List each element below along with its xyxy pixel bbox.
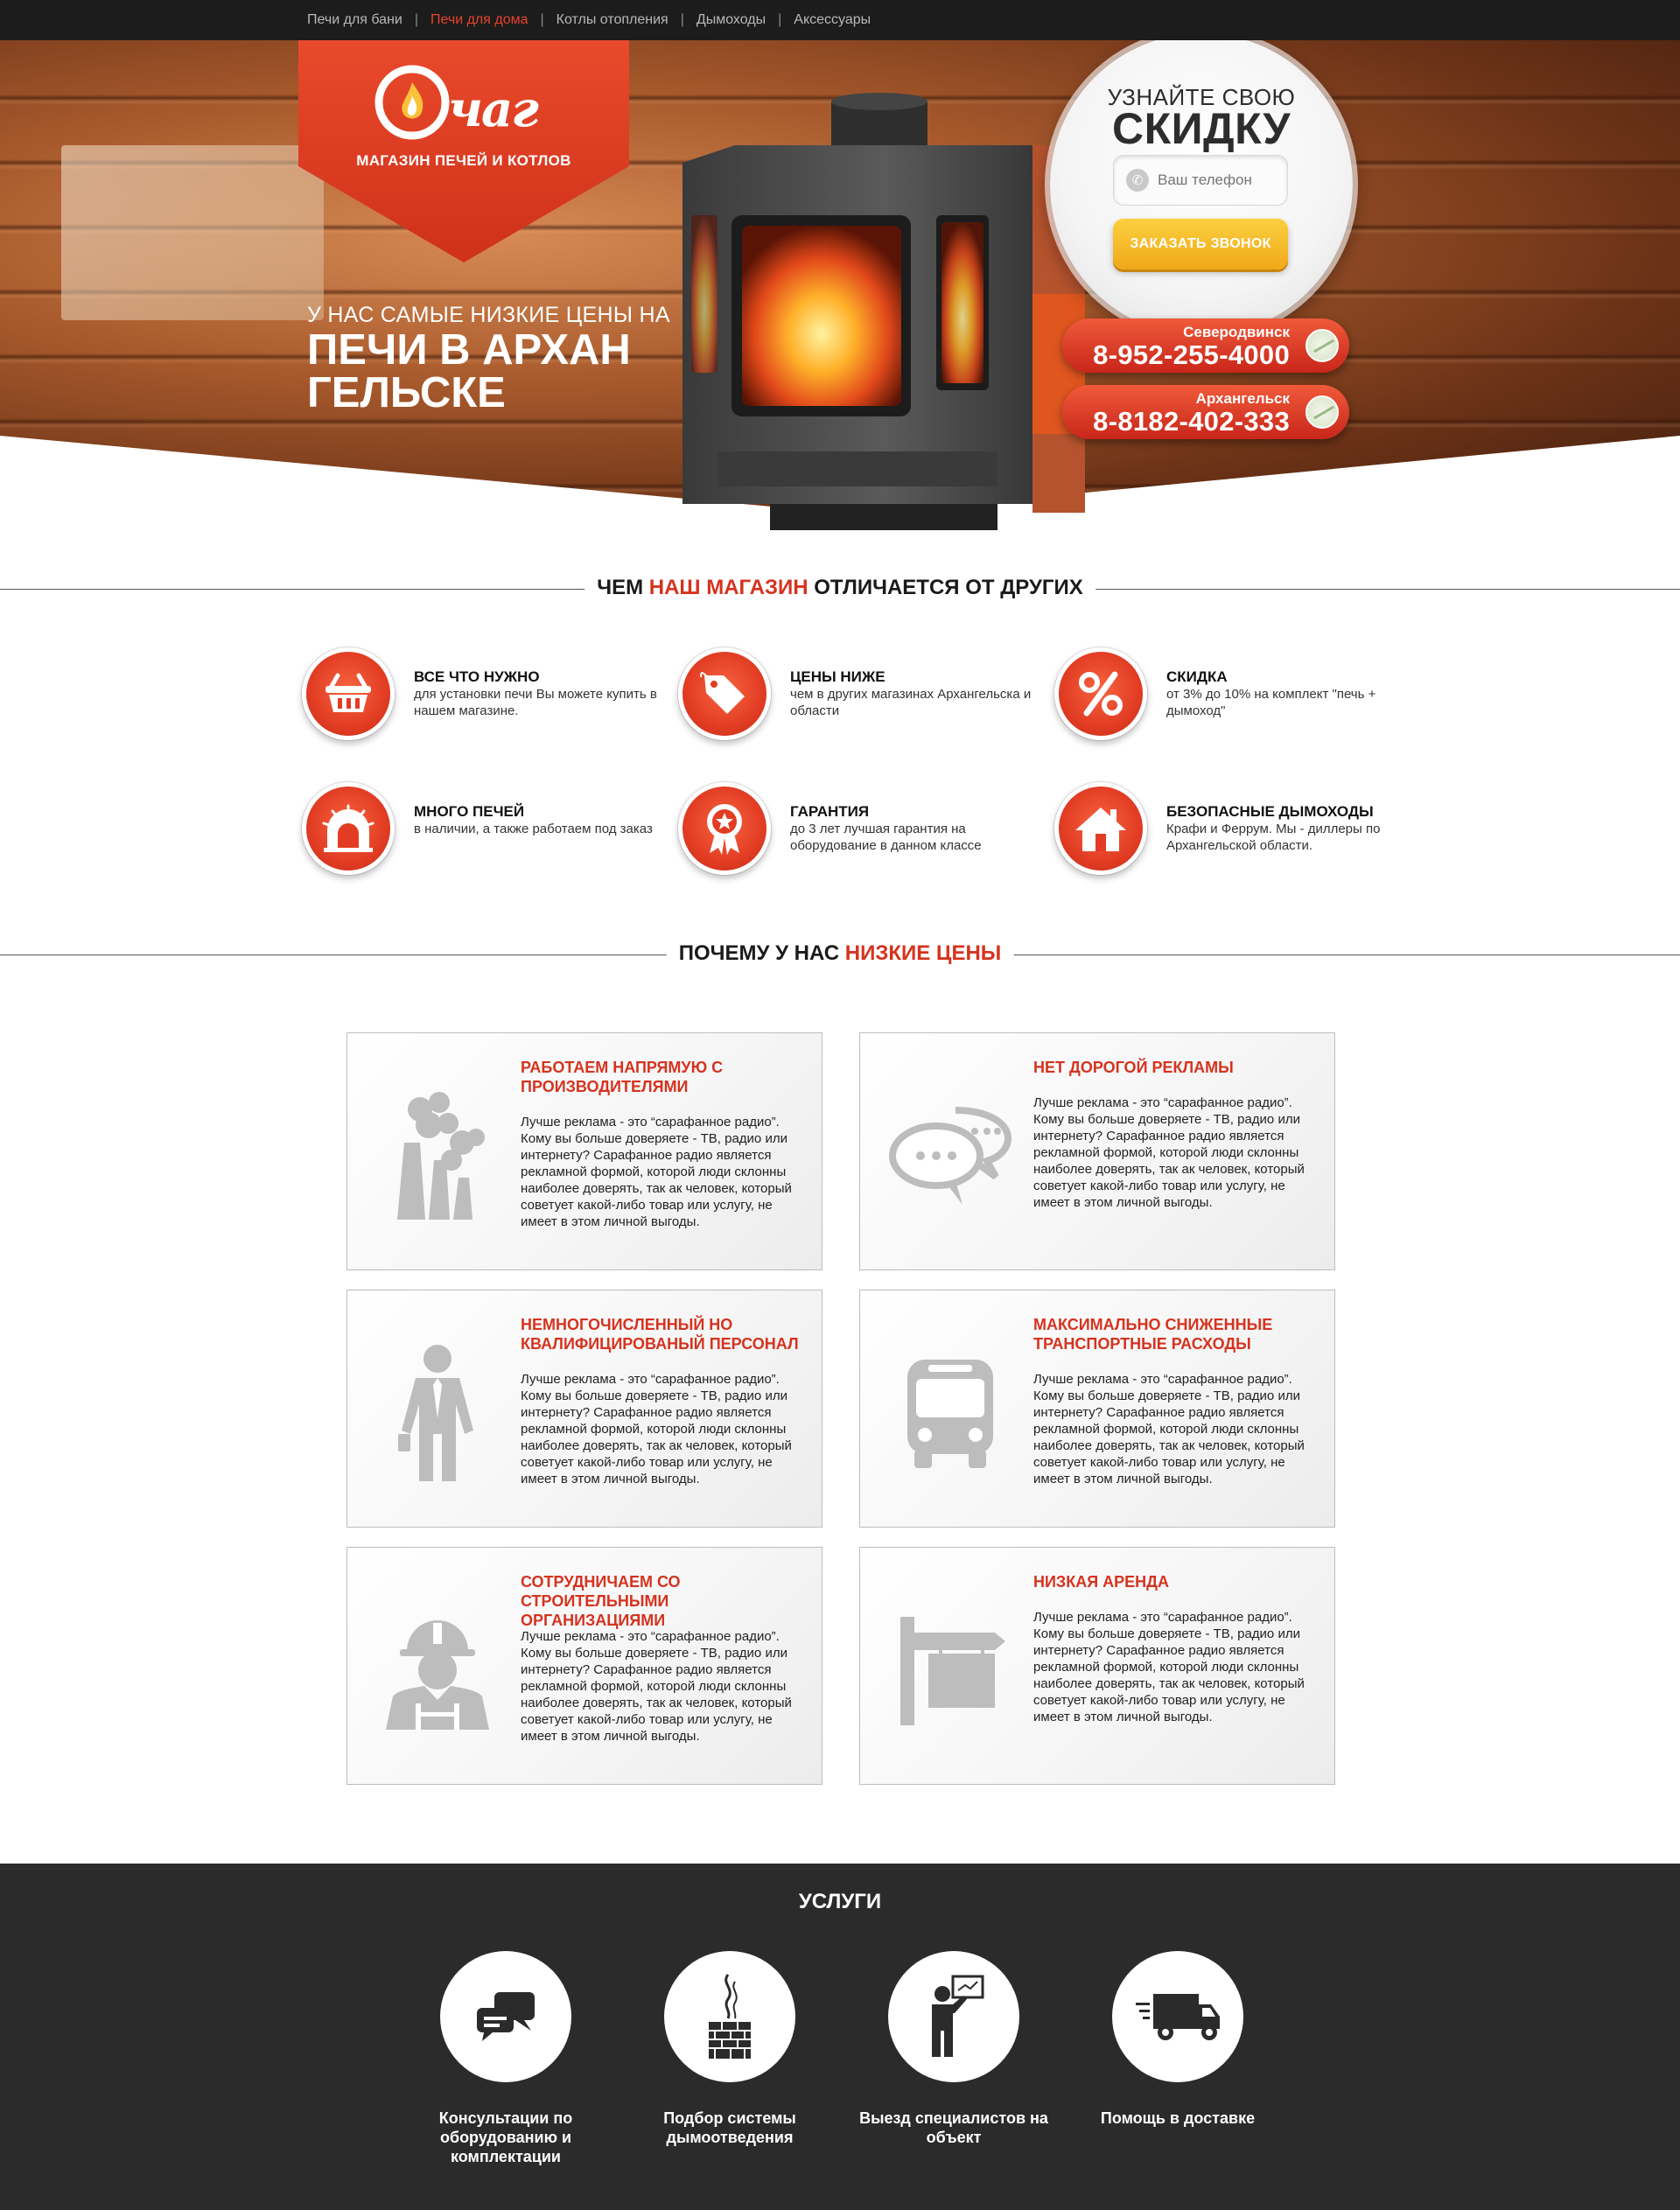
feature-text: чем в других магазинах Архангельска и об… <box>790 687 1032 718</box>
phone-city: Северодвинск <box>1183 324 1290 340</box>
builder-icon <box>372 1600 503 1740</box>
top-navigation: Печи для бани | Печи для дома | Котлы отоп… <box>0 0 1680 40</box>
reason-title: РАБОТАЕМ НАПРЯМУЮ С ПРОИЗВОДИТЕЛЯМИ <box>521 1059 724 1095</box>
nav-item-chimneys[interactable]: Дымоходы | <box>696 12 794 28</box>
basket-icon <box>302 647 395 740</box>
feature-item: ЦЕНЫ НИЖЕ чем в других магазинах Арханге… <box>678 647 1046 744</box>
phone-icon: ✆ <box>1126 169 1149 192</box>
discount-line2: СКИДКУ <box>1111 104 1292 153</box>
reason-title: СОТРУДНИЧАЕМ СО СТРОИТЕЛЬНЫМИ ОРГАНИЗАЦИ… <box>521 1573 681 1629</box>
chimney-icon <box>664 1951 795 2082</box>
feature-title: СКИДКА <box>1166 668 1228 685</box>
feature-title: МНОГО ПЕЧЕЙ <box>414 803 525 820</box>
feature-item: ВСЕ ЧТО НУЖНО для установки печи Вы може… <box>302 647 669 744</box>
feature-item: МНОГО ПЕЧЕЙ в наличии, а также работаем … <box>302 782 669 878</box>
phone-input-wrapper[interactable]: ✆ <box>1113 155 1288 206</box>
reason-card: МАКСИМАЛЬНО СНИЖЕННЫЕ ТРАНСПОРТНЫЕ РАСХО… <box>859 1290 1335 1528</box>
delivery-truck-icon <box>1112 1951 1243 2082</box>
feature-text: от 3% до 10% на комплект "печь + дымоход… <box>1166 687 1376 718</box>
nav-item-home-stoves[interactable]: Печи для дома | <box>430 12 556 28</box>
hero-subtitle: У НАС САМЫЕ НИЗКИЕ ЦЕНЫ НА <box>307 303 670 327</box>
reason-text: Лучше реклама - это “сарафанное радио”. … <box>1033 1095 1305 1210</box>
bus-icon <box>885 1343 1016 1483</box>
price-tag-icon <box>678 647 771 740</box>
services-title: УСЛУГИ <box>798 1890 882 1913</box>
hero-section: чаг МАГАЗИН ПЕЧЕЙ И КОТЛОВ У НАС САМЫЕ Н… <box>0 40 1680 530</box>
house-icon <box>1054 782 1147 875</box>
feature-item: СКИДКА от 3% до 10% на комплект "печь + … <box>1054 647 1422 744</box>
phone-input[interactable] <box>1158 171 1280 189</box>
nav-item-accessories[interactable]: Аксессуары <box>794 12 871 28</box>
nav-item-bath-stoves[interactable]: Печи для бани | <box>307 12 430 28</box>
reason-title: НЕТ ДОРОГОЙ РЕКЛАМЫ <box>1033 1059 1234 1076</box>
presenter-icon <box>888 1951 1019 2082</box>
phone-number[interactable]: 8-8182-402-333 <box>1093 406 1290 437</box>
feature-text: для установки печи Вы можете купить в на… <box>414 687 657 718</box>
reason-text: Лучше реклама - это “сарафанное радио”. … <box>521 1629 792 1744</box>
map-icon[interactable] <box>1306 395 1339 429</box>
feature-title: БЕЗОПАСНЫЕ ДЫМОХОДЫ <box>1166 803 1374 820</box>
phone-arkhangelsk[interactable]: Архангельск 8-8182-402-333 <box>1062 385 1349 439</box>
factory-icon <box>372 1086 503 1226</box>
award-icon <box>678 782 771 875</box>
service-label: Выезд специалистов на объект <box>859 2109 1048 2146</box>
service-item[interactable]: Подбор системы дымоотведения <box>625 1951 835 2147</box>
logo-word: чаг <box>448 80 539 138</box>
feature-text: Крафи и Феррум. Мы - диллеры по Архангел… <box>1166 822 1381 853</box>
services-section: УСЛУГИ Консультации по оборудованию и ко… <box>0 1864 1680 2210</box>
feature-item: ГАРАНТИЯ до 3 лет лучшая гарантия на обо… <box>678 782 1046 878</box>
phone-number[interactable]: 8-952-255-4000 <box>1093 339 1290 371</box>
reason-card: НЕТ ДОРОГОЙ РЕКЛАМЫ Лучше реклама - это … <box>859 1032 1335 1270</box>
feature-title: ЦЕНЫ НИЖЕ <box>790 668 886 685</box>
chat-bubbles-icon <box>885 1086 1016 1226</box>
reason-title: НИЗКАЯ АРЕНДА <box>1033 1573 1169 1591</box>
reason-card: РАБОТАЕМ НАПРЯМУЮ С ПРОИЗВОДИТЕЛЯМИ Лучш… <box>346 1032 822 1270</box>
service-label: Подбор системы дымоотведения <box>663 2109 796 2146</box>
reason-card: НЕМНОГОЧИСЛЕННЫЙ НО КВАЛИФИЦИРОВАНЫЙ ПЕР… <box>346 1290 822 1528</box>
consult-chat-icon <box>440 1951 571 2082</box>
map-icon[interactable] <box>1306 329 1339 362</box>
reason-title: НЕМНОГОЧИСЛЕННЫЙ НО КВАЛИФИЦИРОВАНЫЙ ПЕР… <box>521 1316 799 1353</box>
reasons-heading: ПОЧЕМУ У НАС НИЗКИЕ ЦЕНЫ <box>0 941 1680 968</box>
reason-text: Лучше реклама - это “сарафанное радио”. … <box>521 1372 792 1486</box>
flame-logo-icon <box>374 65 450 140</box>
service-item[interactable]: Консультации по оборудованию и комплекта… <box>401 1951 611 2166</box>
service-label: Консультации по оборудованию и комплекта… <box>438 2109 573 2165</box>
order-call-button[interactable]: ЗАКАЗАТЬ ЗВОНОК <box>1113 219 1288 269</box>
reason-card: НИЗКАЯ АРЕНДА Лучше реклама - это “сараф… <box>859 1547 1335 1785</box>
stove-image <box>682 93 1085 530</box>
logo-tagline: МАГАЗИН ПЕЧЕЙ И КОТЛОВ <box>356 152 571 169</box>
stove-icon <box>302 782 395 875</box>
feature-text: до 3 лет лучшая гарантия на оборудование… <box>790 822 982 853</box>
phone-severodvinsk[interactable]: Северодвинск 8-952-255-4000 <box>1062 318 1349 373</box>
features-heading: ЧЕМ НАШ МАГАЗИН ОТЛИЧАЕТСЯ ОТ ДРУГИХ <box>0 576 1680 602</box>
percent-icon <box>1054 647 1147 740</box>
feature-title: ВСЕ ЧТО НУЖНО <box>414 668 540 685</box>
signboard-icon <box>885 1600 1016 1740</box>
hero-title: ПЕЧИ В АРХАНГЕЛЬСКЕ <box>307 326 631 416</box>
reason-text: Лучше реклама - это “сарафанное радио”. … <box>1033 1610 1305 1724</box>
reason-title: МАКСИМАЛЬНО СНИЖЕННЫЕ ТРАНСПОРТНЫЕ РАСХО… <box>1033 1316 1273 1353</box>
feature-text: в наличии, а также работаем под заказ <box>414 822 653 836</box>
phone-city: Архангельск <box>1195 390 1290 407</box>
reason-text: Лучше реклама - это “сарафанное радио”. … <box>521 1115 792 1229</box>
businessman-icon <box>372 1343 503 1483</box>
nav-item-boilers[interactable]: Котлы отопления | <box>556 12 696 28</box>
service-item[interactable]: Помощь в доставке <box>1073 1951 1283 2128</box>
discount-form: УЗНАЙТЕ СВОЮ СКИДКУ ✆ ЗАКАЗАТЬ ЗВОНОК <box>1050 40 1353 336</box>
feature-item: БЕЗОПАСНЫЕ ДЫМОХОДЫ Крафи и Феррум. Мы -… <box>1054 782 1422 878</box>
reason-text: Лучше реклама - это “сарафанное радио”. … <box>1033 1372 1305 1486</box>
feature-title: ГАРАНТИЯ <box>790 803 870 820</box>
reason-card: СОТРУДНИЧАЕМ СО СТРОИТЕЛЬНЫМИ ОРГАНИЗАЦИ… <box>346 1547 822 1785</box>
service-item[interactable]: Выезд специалистов на объект <box>849 1951 1059 2147</box>
service-label: Помощь в доставке <box>1100 2109 1256 2127</box>
